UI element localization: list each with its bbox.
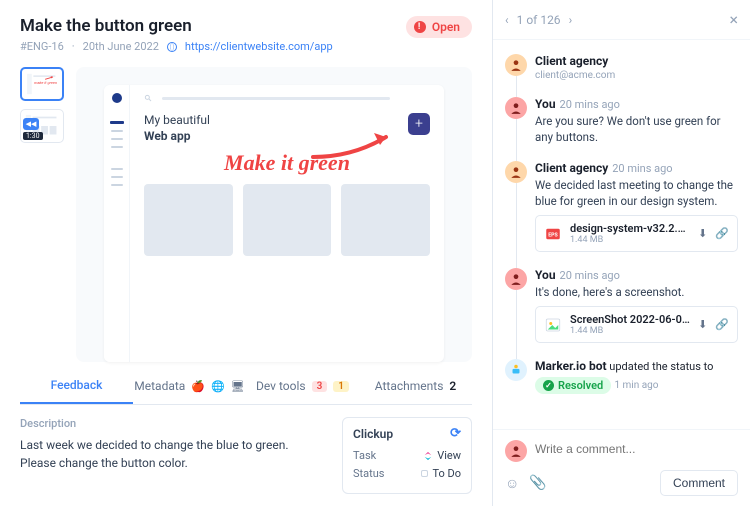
tab-attachments[interactable]: Attachments2 [359, 368, 472, 404]
pager-text: 1 of 126 [517, 13, 561, 27]
message-time: 20 mins ago [560, 98, 620, 111]
avatar [505, 440, 527, 462]
attachment[interactable]: EPSdesign-system-v32.2.sketch1.44 MB⬇🔗 [535, 215, 738, 252]
message: You 20 mins ago Are you sure? We don't use… [505, 89, 746, 153]
avatar [505, 359, 527, 381]
video-duration: 1:30 [23, 132, 43, 140]
link-icon[interactable]: 🔗 [715, 227, 729, 240]
globe-icon [167, 42, 177, 52]
close-icon[interactable]: × [729, 10, 738, 29]
status-resolved: Resolved [535, 377, 611, 394]
message: Client agency 20 mins ago We decided last … [505, 153, 746, 260]
comment-input[interactable] [535, 440, 738, 458]
sync-icon[interactable]: ⟳ [450, 426, 461, 441]
tab-feedback[interactable]: Feedback [20, 368, 133, 404]
download-icon[interactable]: ⬇ [698, 227, 707, 240]
avatar [505, 97, 527, 119]
message-body: Are you sure? We don't use green for any… [535, 113, 738, 145]
message-body: It's done, here's a screenshot. [535, 284, 738, 300]
message-author: You [535, 268, 556, 282]
description-text: Last week we decided to change the blue … [20, 436, 324, 472]
issue-id: #ENG-16 [20, 40, 64, 53]
annotation-arrow [308, 129, 398, 163]
message-author: Client agency [535, 161, 608, 175]
message-email: client@acme.com [535, 70, 738, 81]
message-author: Client agency [535, 54, 608, 68]
message: You 20 mins ago It's done, here's a screen… [505, 260, 746, 351]
avatar [505, 161, 527, 183]
clickup-panel: Clickup⟳ TaskView StatusTo Do [342, 417, 472, 494]
message: Client agency client@acme.com [505, 46, 746, 89]
message: Marker.io bot updated the status toResol… [505, 351, 746, 402]
thumbnail-video[interactable]: ◀◀ 1:30 [20, 109, 64, 143]
status-badge[interactable]: !Open [406, 16, 472, 38]
description-label: Description [20, 417, 324, 430]
issue-title: Make the button green [20, 16, 333, 36]
tab-metadata[interactable]: Metadata🍎🌐🖥 [133, 368, 246, 404]
issue-date: 20th June 2022 [83, 40, 159, 53]
message-author: Marker.io bot [535, 359, 607, 373]
prev-icon[interactable]: ‹ [505, 13, 509, 27]
message-body: We decided last meeting to change the bl… [535, 177, 738, 209]
thumbnail-screenshot[interactable]: make it green [20, 67, 64, 101]
link-icon[interactable]: 🔗 [715, 318, 729, 331]
message-time: 20 mins ago [560, 269, 620, 282]
issue-url[interactable]: https://clientwebsite.com/app [185, 40, 333, 53]
avatar [505, 54, 527, 76]
screenshot-preview: My beautifulWeb app + Make it green [76, 67, 472, 362]
tab-devtools[interactable]: Dev tools31 [246, 368, 359, 404]
message-time: 20 mins ago [612, 162, 672, 175]
svg-text:EPS: EPS [548, 232, 558, 238]
message-author: You [535, 97, 556, 111]
emoji-icon[interactable]: ☺ [505, 475, 519, 492]
attachment[interactable]: ScreenShot 2022-06-06 at 15.39.321.44 MB… [535, 306, 738, 343]
svg-text:make it green: make it green [34, 80, 57, 85]
next-icon[interactable]: › [569, 13, 573, 27]
avatar [505, 268, 527, 290]
attach-icon[interactable]: 📎 [529, 475, 546, 492]
download-icon[interactable]: ⬇ [698, 318, 707, 331]
plus-button: + [408, 113, 430, 135]
rewind-icon: ◀◀ [23, 118, 39, 130]
comment-button[interactable]: Comment [660, 470, 738, 496]
